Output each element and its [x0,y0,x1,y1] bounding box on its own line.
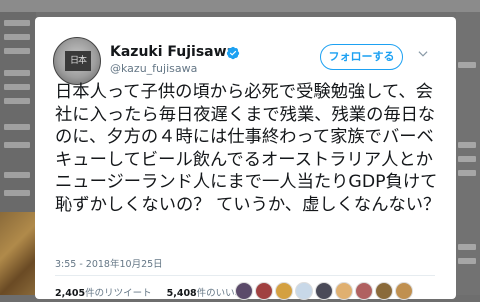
tweet-card: 日本 Kazuki Fujisawa @kazu_fujisawa フォローする… [35,17,456,300]
background-top-bar [0,0,480,12]
tweet-text: 日本人って子供の頃から必死で受験勉強して、会社に入ったら毎日夜遅くまで残業、残業… [55,82,441,215]
background-food-image [0,212,36,295]
background-right-column [456,12,480,295]
liker-avatar-2[interactable] [255,282,273,300]
chevron-down-icon[interactable] [416,47,430,61]
like-stat[interactable]: 5,408件のいいね [167,285,245,299]
follow-button[interactable]: フォローする [320,44,403,70]
retweet-stat[interactable]: 2,405件のリツイート [55,285,152,299]
liker-avatar-6[interactable] [335,282,353,300]
avatar-kanji: 日本 [65,51,91,71]
liker-avatar-4[interactable] [295,282,313,300]
tweet-timestamp[interactable]: 3:55 - 2018年10月25日 [55,256,163,270]
retweet-label: 件のリツイート [85,288,152,299]
divider [55,275,435,276]
author-handle[interactable]: @kazu_fujisawa [110,62,197,75]
author-name[interactable]: Kazuki Fujisawa [110,44,236,60]
liker-avatar-8[interactable] [375,282,393,300]
liker-avatar-3[interactable] [275,282,293,300]
liker-avatar-9[interactable] [395,282,413,300]
liker-avatar-7[interactable] [355,282,373,300]
verified-badge-icon [226,46,240,60]
liker-avatar-5[interactable] [315,282,333,300]
retweet-count: 2,405 [55,288,86,299]
like-count: 5,408 [166,288,197,299]
avatar[interactable]: 日本 [53,37,101,85]
tweet-stats: 2,405件のリツイート 5,408件のいいね [55,285,256,299]
liker-avatar-1[interactable] [235,282,253,300]
